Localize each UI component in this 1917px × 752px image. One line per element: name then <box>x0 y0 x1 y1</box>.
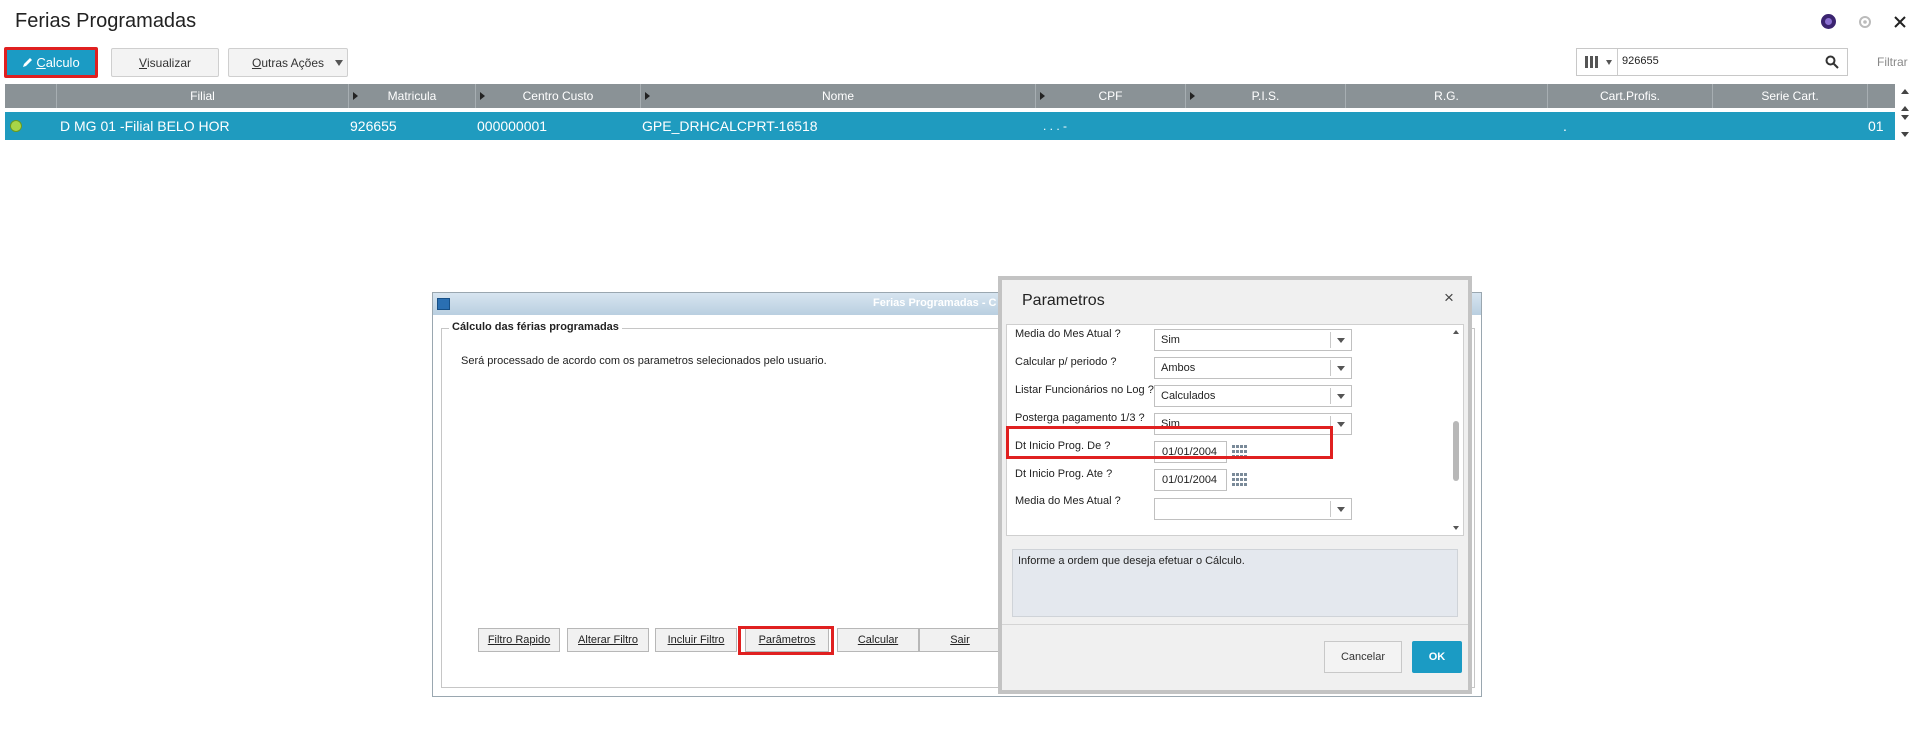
close-icon[interactable]: × <box>1444 288 1454 308</box>
close-icon[interactable] <box>1892 14 1908 30</box>
param-label: Listar Funcionários no Log ? <box>1015 384 1154 396</box>
pencil-icon <box>23 58 33 67</box>
sort-arrow-icon <box>1190 92 1195 100</box>
column-selector-button[interactable] <box>1577 49 1618 75</box>
sair-button[interactable]: Sair <box>919 628 1001 652</box>
cell-serie-cart: 01 <box>1868 118 1884 134</box>
sort-arrow-icon <box>1040 92 1045 100</box>
param-label: Posterga pagamento 1/3 ? <box>1015 412 1145 424</box>
search-icon[interactable] <box>1825 55 1839 69</box>
param-select-listar-funcionarios[interactable]: Calculados <box>1154 385 1352 407</box>
column-header-serie-cart[interactable]: Serie Cart. <box>1713 84 1868 108</box>
posterga-highlight <box>1006 426 1333 459</box>
chevron-down-icon <box>335 60 343 66</box>
column-header-nome[interactable]: Nome <box>641 84 1036 108</box>
parametros-highlight <box>738 626 834 655</box>
calendar-icon[interactable] <box>1232 473 1247 486</box>
chevron-down-icon <box>1337 422 1345 427</box>
chevron-down-icon <box>1337 366 1345 371</box>
gear-icon[interactable] <box>1857 14 1873 30</box>
parametros-dialog-title: Parametros <box>1022 292 1105 309</box>
ok-button[interactable]: OK <box>1412 641 1462 673</box>
cancel-button[interactable]: Cancelar <box>1324 641 1402 673</box>
table-row[interactable]: D MG 01 -Filial BELO HOR 926655 00000000… <box>5 112 1895 140</box>
param-select-media-mes[interactable]: Sim <box>1154 329 1352 351</box>
calculo-button-mnemonic: C <box>36 55 46 70</box>
incluir-filtro-button[interactable]: Incluir Filtro <box>655 628 737 652</box>
grid-scrollbar[interactable] <box>1896 84 1914 142</box>
cell-cart-profis: . <box>1563 118 1567 134</box>
visualizar-label: isualizar <box>147 55 192 70</box>
status-indicator-icon <box>10 120 22 132</box>
divider <box>1002 624 1468 625</box>
column-header-matricula[interactable]: Matricula <box>349 84 476 108</box>
outras-acoes-label: utras Ações <box>261 55 325 70</box>
cell-matricula: 926655 <box>350 118 397 134</box>
group-description: Será processado de acordo com os paramet… <box>461 355 827 367</box>
param-label: Dt Inicio Prog. Ate ? <box>1015 468 1113 480</box>
cell-centro-custo: 000000001 <box>477 118 548 134</box>
help-box: Informe a ordem que deseja efetuar o Cál… <box>1012 549 1458 617</box>
calculo-button-label: alculo <box>45 55 80 70</box>
calcular-button[interactable]: Calcular <box>837 628 919 652</box>
column-header-centro-custo[interactable]: Centro Custo <box>476 84 641 108</box>
window-icon <box>437 298 450 310</box>
sort-arrow-icon <box>480 92 485 100</box>
search-input[interactable]: 926655 <box>1622 55 1659 67</box>
column-header-filial[interactable]: Filial <box>57 84 349 108</box>
help-text: Informe a ordem que deseja efetuar o Cál… <box>1018 555 1245 567</box>
column-header-rg[interactable]: R.G. <box>1346 84 1548 108</box>
column-header-cpf[interactable]: CPF <box>1036 84 1186 108</box>
param-select-media-mes-2[interactable] <box>1154 498 1352 520</box>
param-label: Media do Mes Atual ? <box>1015 328 1121 340</box>
group-label: Cálculo das férias programadas <box>449 321 622 333</box>
visualizar-mnemonic: V <box>138 55 147 70</box>
chevron-down-icon <box>1606 60 1612 65</box>
filtro-rapido-button[interactable]: Filtro Rapido <box>478 628 560 652</box>
chevron-down-icon <box>1337 507 1345 512</box>
column-header-status <box>5 84 57 108</box>
filtrar-link[interactable]: Filtrar <box>1877 55 1908 69</box>
cell-filial: D MG 01 -Filial BELO HOR <box>60 118 230 134</box>
param-select-calcular-periodo[interactable]: Ambos <box>1154 357 1352 379</box>
grid-header: Filial Matricula Centro Custo Nome CPF P… <box>5 84 1895 108</box>
search-box[interactable]: 926655 <box>1576 48 1848 76</box>
calculo-dialog-title: Ferias Programadas - C <box>873 297 997 309</box>
parameters-scrollbar[interactable] <box>1449 325 1463 535</box>
param-date-inicio-ate[interactable]: 01/01/2004 <box>1154 469 1227 491</box>
calculo-button[interactable]: Calculo <box>4 47 98 78</box>
param-label: Calcular p/ periodo ? <box>1015 356 1117 368</box>
parametros-dialog: Parametros × Media do Mes Atual ? Sim Ca… <box>998 276 1472 694</box>
column-header-cart-profis[interactable]: Cart.Profis. <box>1548 84 1713 108</box>
sort-arrow-icon <box>353 92 358 100</box>
outras-acoes-mnemonic: O <box>251 55 262 70</box>
visualizar-button[interactable]: Visualizar <box>111 48 219 77</box>
alterar-filtro-button[interactable]: Alterar Filtro <box>567 628 649 652</box>
column-header-pis[interactable]: P.I.S. <box>1186 84 1346 108</box>
outras-acoes-button[interactable]: Outras Ações <box>228 48 348 77</box>
sort-arrow-icon <box>645 92 650 100</box>
param-label: Media do Mes Atual ? <box>1015 495 1121 507</box>
chevron-down-icon <box>1337 394 1345 399</box>
cell-cpf: . . . - <box>1043 119 1067 133</box>
cell-nome: GPE_DRHCALCPRT-16518 <box>642 118 818 134</box>
user-avatar-icon[interactable] <box>1821 14 1836 29</box>
page-title: Ferias Programadas <box>15 10 197 32</box>
chevron-down-icon <box>1337 338 1345 343</box>
columns-icon <box>1585 56 1598 68</box>
